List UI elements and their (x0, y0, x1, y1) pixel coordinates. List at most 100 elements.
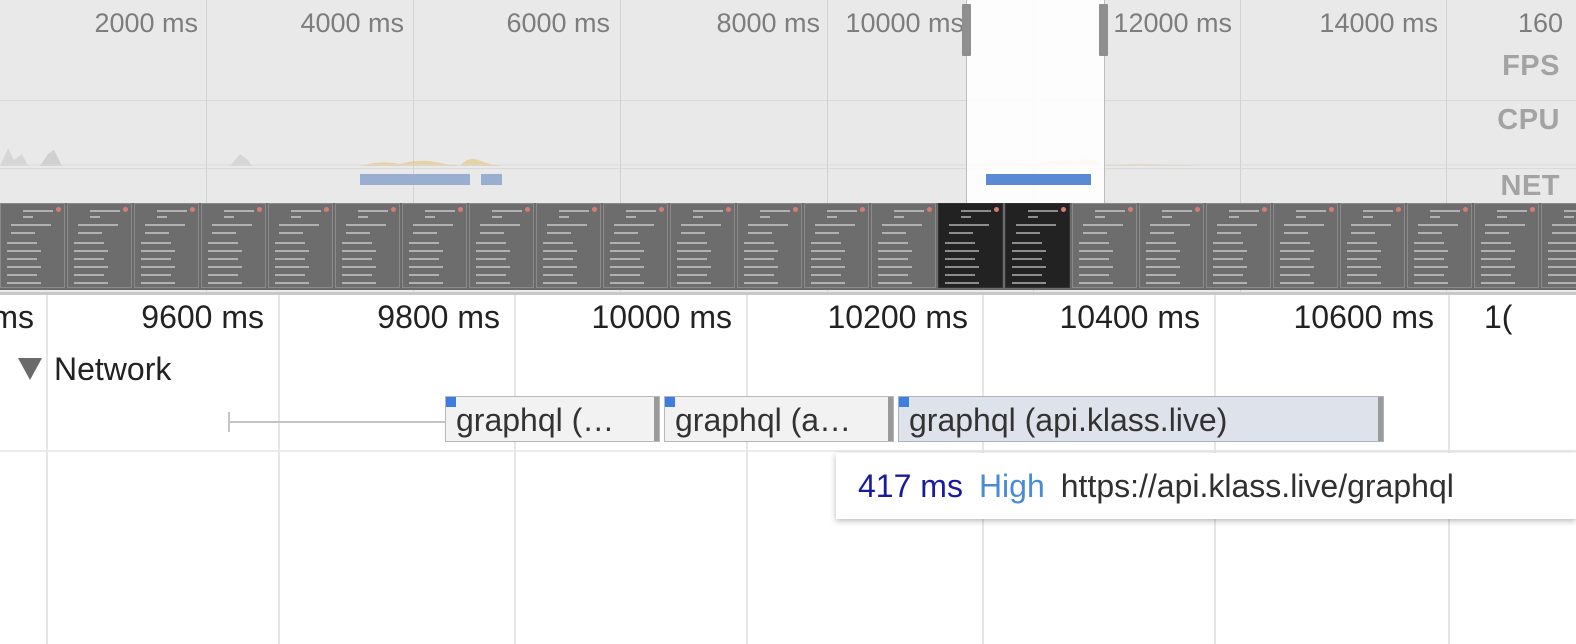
frame-content-line (141, 250, 175, 252)
main-timeline[interactable]: ms 9600 ms 9800 ms 10000 ms 10200 ms 104… (0, 295, 1576, 644)
timeline-overview[interactable]: 2000 ms 4000 ms 6000 ms 8000 ms 12000 ms… (0, 0, 1576, 295)
request-priority-marker (446, 397, 456, 407)
frame-content-line (208, 274, 238, 276)
frame-close-dot (1061, 207, 1066, 212)
collapse-triangle-icon[interactable] (18, 358, 42, 380)
frame-content-line (543, 266, 577, 268)
filmstrip-frame[interactable] (536, 203, 601, 288)
frame-content-line (878, 258, 908, 260)
timeline-tick: 9600 ms (141, 299, 264, 335)
filmstrip-frame[interactable] (603, 203, 668, 288)
frame-content-line (744, 266, 778, 268)
window-left-handle[interactable] (962, 4, 971, 56)
request-label: graphql (a… (675, 402, 852, 438)
frame-content-line (1414, 258, 1444, 260)
frame-content-line (476, 274, 506, 276)
tooltip-priority: High (978, 467, 1045, 504)
filmstrip-frame[interactable] (1541, 203, 1576, 288)
frame-content-line (677, 266, 711, 268)
overview-tick: 6000 ms (506, 8, 610, 38)
frame-close-dot (1329, 207, 1334, 212)
frame-content-line (878, 242, 908, 244)
frame-close-dot (1530, 207, 1535, 212)
filmstrip-frame[interactable] (1139, 203, 1204, 288)
overview-tick: 14000 ms (1319, 8, 1438, 38)
frame-content-line (1150, 224, 1190, 226)
network-request-bar-selected[interactable]: graphql (api.klass.live) (898, 396, 1384, 442)
overview-divider (0, 100, 1576, 101)
frame-content-line (1485, 232, 1509, 234)
frame-content-line (815, 232, 839, 234)
frame-content-line (1564, 210, 1576, 212)
frame-content-line (1012, 242, 1042, 244)
filmstrip-frame[interactable] (871, 203, 936, 288)
filmstrip-frame[interactable] (67, 203, 132, 288)
network-request-bar[interactable]: graphql (a… (664, 396, 894, 442)
frame-content-line (279, 232, 303, 234)
filmstrip-frame[interactable] (201, 203, 266, 288)
filmstrip-frame[interactable] (268, 203, 333, 288)
filmstrip-frame[interactable] (0, 203, 65, 288)
frame-content-line (543, 250, 577, 252)
frame-content-line (1296, 216, 1306, 218)
timeline-tick: 10000 ms (591, 299, 732, 335)
frame-close-dot (1128, 207, 1133, 212)
frame-content-line (1079, 266, 1113, 268)
frame-content-line (748, 232, 772, 234)
frame-content-line (945, 242, 975, 244)
frame-content-line (1213, 242, 1243, 244)
screenshot-filmstrip[interactable] (0, 203, 1576, 290)
frame-content-line (1552, 224, 1576, 226)
frame-content-line (275, 250, 309, 252)
frame-content-line (614, 232, 638, 234)
filmstrip-frame[interactable] (1273, 203, 1338, 288)
frame-content-line (1095, 216, 1105, 218)
frame-content-line (275, 266, 309, 268)
frame-content-line (961, 210, 991, 212)
frame-content-line (279, 224, 319, 226)
filmstrip-frame[interactable] (134, 203, 199, 288)
filmstrip-frame[interactable] (469, 203, 534, 288)
network-track-label: Network (54, 350, 172, 387)
frame-content-line (1028, 216, 1038, 218)
window-right-handle[interactable] (1099, 4, 1108, 56)
frame-content-line (1347, 250, 1381, 252)
frame-content-line (409, 242, 439, 244)
frame-content-line (559, 210, 589, 212)
frame-content-line (610, 282, 644, 284)
filmstrip-frame[interactable] (1340, 203, 1405, 288)
frame-content-line (1548, 250, 1576, 252)
frame-content-line (1481, 250, 1515, 252)
filmstrip-frame[interactable] (1005, 203, 1070, 288)
filmstrip-frame[interactable] (1407, 203, 1472, 288)
filmstrip-frame[interactable] (1474, 203, 1539, 288)
frame-content-line (1351, 232, 1375, 234)
filmstrip-frame[interactable] (737, 203, 802, 288)
frame-content-line (815, 224, 855, 226)
frame-content-line (1012, 258, 1042, 260)
filmstrip-frame[interactable] (938, 203, 1003, 288)
frame-content-line (1146, 258, 1176, 260)
frame-close-dot (458, 207, 463, 212)
frame-content-line (949, 232, 973, 234)
frame-content-line (413, 232, 437, 234)
selection-window[interactable] (966, 0, 1105, 203)
network-track-header[interactable]: Network (18, 349, 171, 389)
network-activity-bar (986, 174, 1091, 185)
filmstrip-frame[interactable] (1072, 203, 1137, 288)
frame-content-line (626, 216, 636, 218)
filmstrip-frame[interactable] (402, 203, 467, 288)
frame-content-line (1213, 282, 1247, 284)
cpu-activity-graph (0, 148, 1576, 166)
filmstrip-frame[interactable] (670, 203, 735, 288)
filmstrip-frame[interactable] (804, 203, 869, 288)
filmstrip-frame[interactable] (335, 203, 400, 288)
filmstrip-frame[interactable] (1206, 203, 1271, 288)
frame-content-line (1564, 216, 1574, 218)
frame-close-dot (659, 207, 664, 212)
frame-content-line (811, 258, 841, 260)
network-request-bar[interactable]: graphql (… (445, 396, 660, 442)
frame-content-line (74, 250, 108, 252)
frame-content-line (1146, 250, 1180, 252)
frame-content-line (7, 274, 37, 276)
